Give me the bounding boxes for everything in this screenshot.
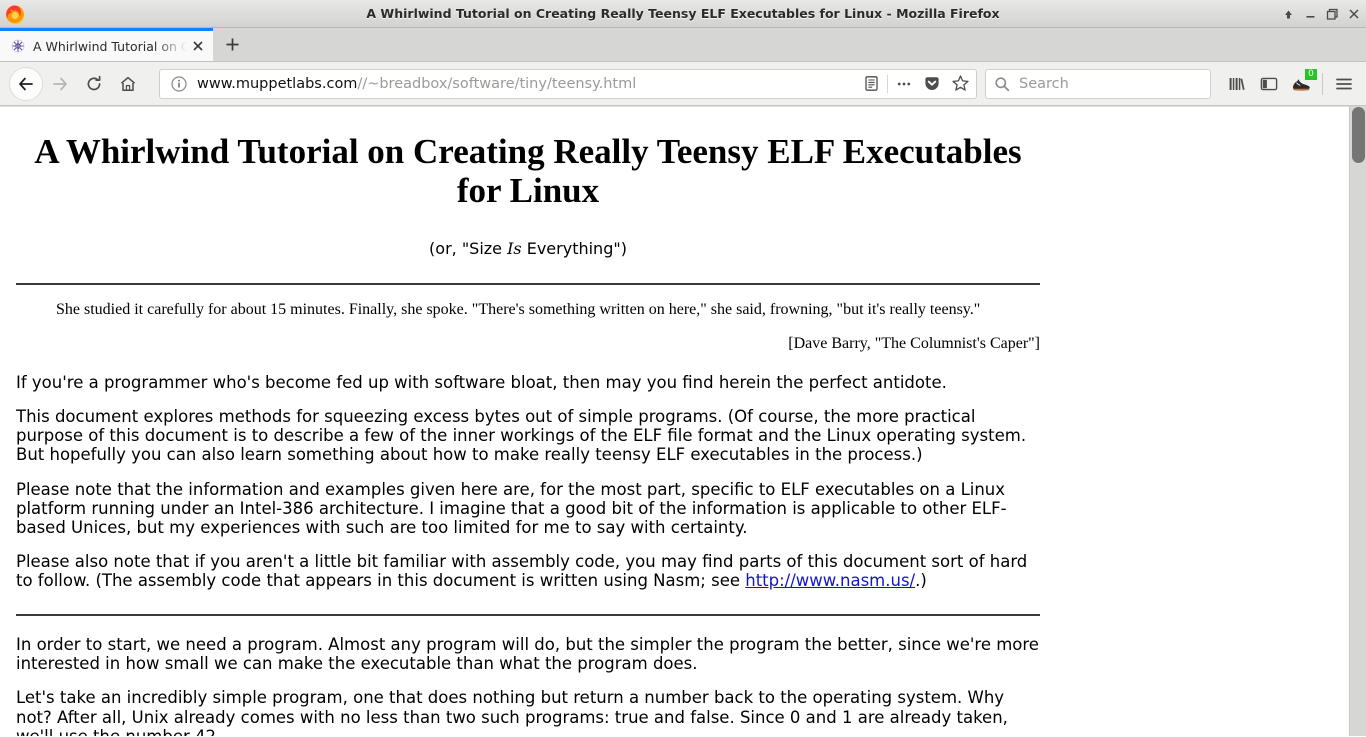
menu-hamburger-icon[interactable] xyxy=(1328,68,1360,100)
tab-strip: M A Whirlwind Tutorial on Cre xyxy=(0,28,1366,62)
paragraph-3: Please note that the information and exa… xyxy=(16,479,1007,537)
page-viewport: A Whirlwind Tutorial on Creating Really … xyxy=(0,106,1366,736)
extension-sneaker-icon[interactable]: 0 xyxy=(1285,68,1317,100)
url-host: www.muppetlabs.com xyxy=(197,75,358,92)
window-title: A Whirlwind Tutorial on Creating Really … xyxy=(366,6,1000,21)
horizontal-rule-top xyxy=(16,282,1040,285)
home-button[interactable] xyxy=(111,67,145,101)
divider xyxy=(1322,72,1323,95)
page-title: A Whirlwind Tutorial on Creating Really … xyxy=(34,132,1022,211)
subtitle-pre: (or, "Size xyxy=(429,239,508,259)
epigraph-attribution: [Dave Barry, "The Columnist's Caper"] xyxy=(788,335,1040,353)
reload-button[interactable] xyxy=(77,67,111,101)
bookmark-star-icon[interactable] xyxy=(946,70,974,98)
paragraph-assembly-note: Please also note that if you aren't a li… xyxy=(16,552,1040,590)
page-content: A Whirlwind Tutorial on Creating Really … xyxy=(16,132,1040,736)
address-bar-text: www.muppetlabs.com//~breadbox/software/t… xyxy=(197,76,857,92)
forward-arrow-icon xyxy=(53,77,67,90)
new-tab-button[interactable] xyxy=(213,28,251,61)
url-path: //~breadbox/software/tiny/teensy.html xyxy=(357,75,637,92)
window-controls xyxy=(1278,0,1364,28)
library-icon[interactable] xyxy=(1221,68,1253,100)
paragraph-1: If you're a programmer who's become fed … xyxy=(16,373,947,393)
scrollbar-thumb[interactable] xyxy=(1352,107,1365,163)
tab-title: A Whirlwind Tutorial on Cre xyxy=(33,38,187,54)
title-bar: A Whirlwind Tutorial on Creating Really … xyxy=(0,0,1366,28)
assembly-note-post: .) xyxy=(915,571,927,591)
toolbar-right-icons: 0 xyxy=(1221,68,1360,100)
subtitle-post: Everything") xyxy=(521,239,627,259)
subtitle-italic: Is xyxy=(507,239,522,259)
page-subtitle: (or, "Size Is Everything") xyxy=(16,240,1040,259)
vertical-scrollbar[interactable] xyxy=(1349,106,1366,736)
minimize-button[interactable] xyxy=(1300,3,1320,25)
search-input[interactable]: Search xyxy=(1019,76,1069,92)
search-bar[interactable]: Search xyxy=(985,68,1211,99)
paragraph-4: In order to start, we need a program. Al… xyxy=(16,635,1039,674)
search-icon xyxy=(994,76,1010,92)
address-bar-actions xyxy=(857,70,974,98)
divider xyxy=(887,74,888,93)
page-actions-ellipsis-icon[interactable] xyxy=(890,70,918,98)
maximize-button[interactable] xyxy=(1322,3,1342,25)
address-bar[interactable]: www.muppetlabs.com//~breadbox/software/t… xyxy=(159,68,977,99)
paragraph-5: Let's take an incredibly simple program,… xyxy=(16,688,1008,736)
back-button[interactable] xyxy=(9,66,43,101)
info-circle-icon[interactable] xyxy=(170,75,188,93)
shade-button[interactable] xyxy=(1278,3,1298,25)
back-arrow-icon xyxy=(19,77,33,90)
home-icon xyxy=(120,76,136,91)
forward-button[interactable] xyxy=(43,67,77,101)
navigation-toolbar: www.muppetlabs.com//~breadbox/software/t… xyxy=(0,62,1366,106)
pocket-icon[interactable] xyxy=(918,70,946,98)
epigraph-quote: She studied it carefully for about 15 mi… xyxy=(56,300,981,318)
plus-icon xyxy=(226,38,238,51)
reload-icon xyxy=(87,75,101,90)
nasm-link[interactable]: http://www.nasm.us/ xyxy=(745,571,915,590)
tab-active[interactable]: M A Whirlwind Tutorial on Cre xyxy=(0,28,213,61)
reader-mode-icon[interactable] xyxy=(857,70,885,98)
svg-text:M: M xyxy=(16,44,20,49)
close-button[interactable] xyxy=(1344,3,1364,25)
sidebar-icon[interactable] xyxy=(1253,68,1285,100)
extension-badge: 0 xyxy=(1305,68,1317,80)
browser-window: A Whirlwind Tutorial on Creating Really … xyxy=(0,0,1366,737)
horizontal-rule-bottom xyxy=(16,614,1040,617)
muppetlabs-favicon-icon: M xyxy=(10,38,26,54)
tab-close-icon[interactable] xyxy=(187,35,209,57)
web-page: A Whirlwind Tutorial on Creating Really … xyxy=(0,106,1349,736)
paragraph-2: This document explores methods for squee… xyxy=(16,407,1027,465)
